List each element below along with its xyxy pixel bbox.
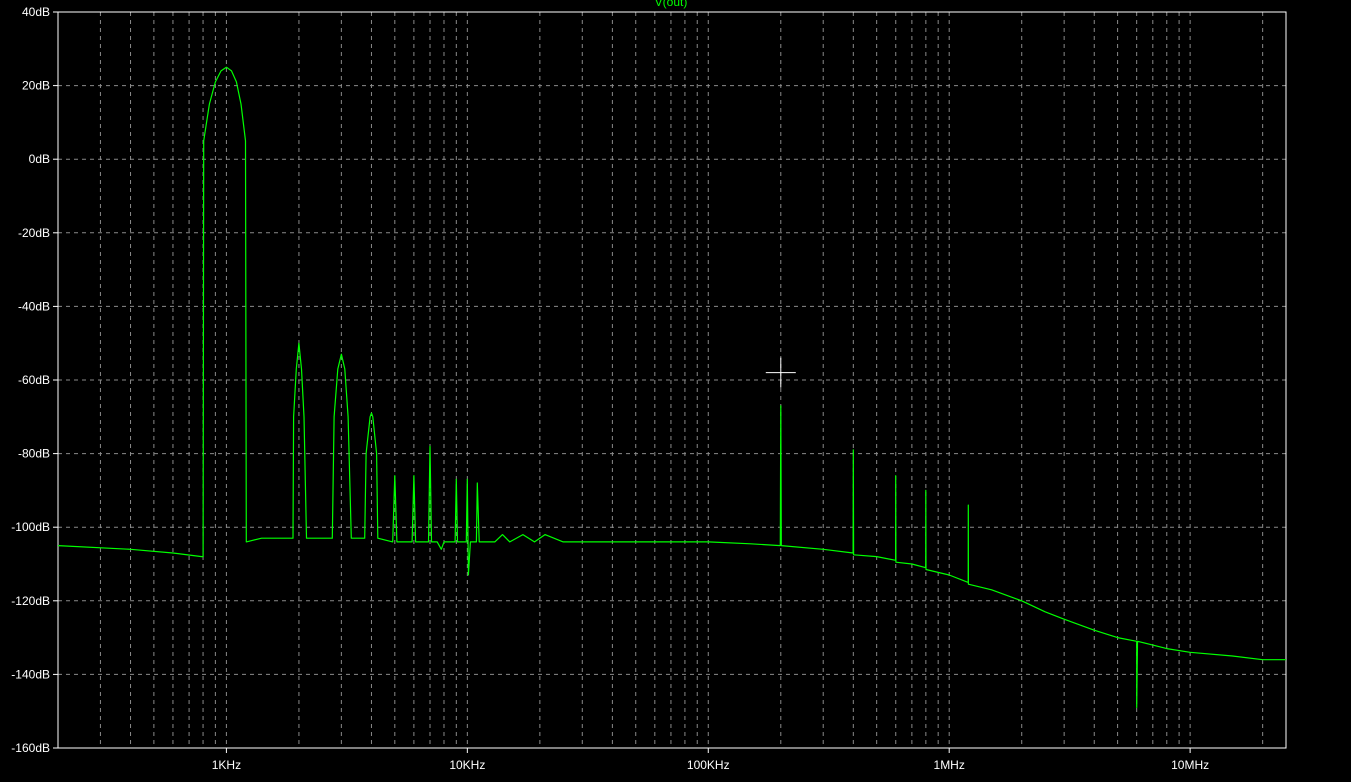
y-tick-label: -160dB [11, 741, 50, 755]
spectrum-plot[interactable]: 40dB 20dB 0dB -20dB -40dB -60dB -80dB -100dB -12… [0, 0, 1351, 782]
x-tick-label: 1KHz [212, 758, 241, 772]
y-tick-label: -40dB [18, 299, 50, 313]
x-axis-labels: 1KHz 10KHz 100KHz 1MHz 10MHz [212, 748, 1209, 772]
y-tick-label: -80dB [18, 447, 50, 461]
y-tick-label: -20dB [18, 226, 50, 240]
y-tick-label: -60dB [18, 373, 50, 387]
y-tick-label: 20dB [22, 79, 50, 93]
x-tick-label: 1MHz [934, 758, 965, 772]
y-tick-label: 40dB [22, 5, 50, 19]
x-tick-label: 10KHz [449, 758, 485, 772]
x-tick-label: 10MHz [1171, 758, 1209, 772]
x-tick-label: 100KHz [687, 758, 730, 772]
trace-title: V(out) [655, 0, 688, 9]
y-tick-label: -120dB [11, 594, 50, 608]
y-tick-label: 0dB [29, 152, 50, 166]
y-tick-label: -100dB [11, 520, 50, 534]
y-tick-label: -140dB [11, 667, 50, 681]
y-axis-labels: 40dB 20dB 0dB -20dB -40dB -60dB -80dB -100dB -12… [11, 5, 58, 755]
